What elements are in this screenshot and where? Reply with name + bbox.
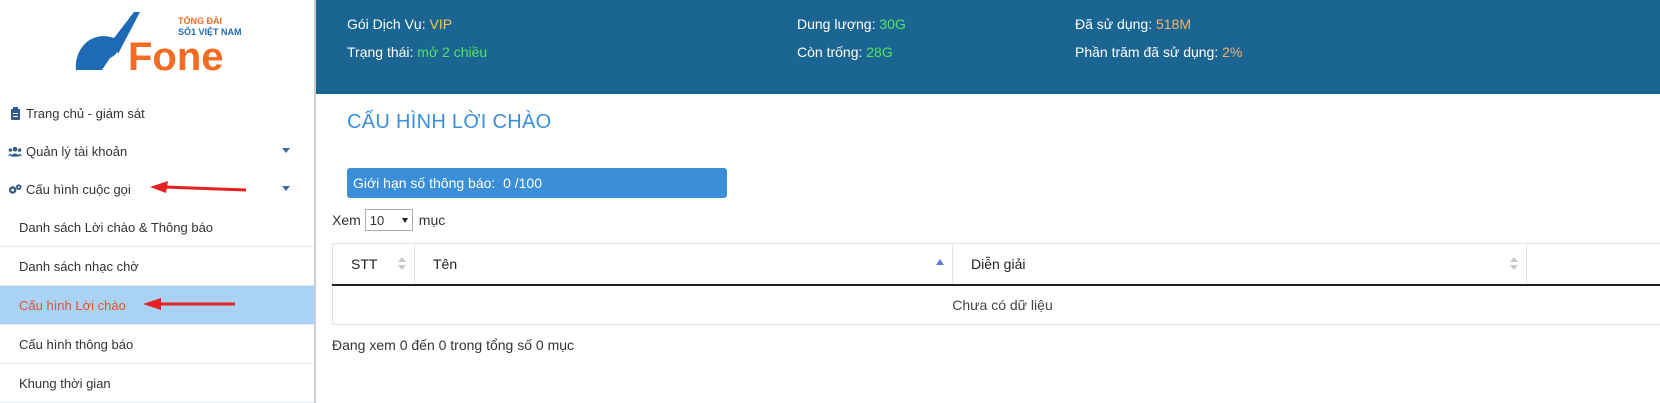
free-space-info: Còn trống: 28G — [797, 44, 893, 60]
gears-icon — [8, 182, 22, 196]
sidebar-item-accounts[interactable]: Quản lý tài khoản — [0, 132, 314, 170]
logo-tagline-1: TỔNG ĐÀI — [178, 15, 222, 26]
limit-label: Giới hạn số thông báo: — [353, 175, 496, 191]
subitem-hold-music[interactable]: Danh sách nhạc chờ — [0, 247, 314, 286]
logo-tagline-2: SỐ1 VIỆT NAM — [178, 26, 242, 37]
column-header-description[interactable]: Diễn giải — [952, 243, 1527, 286]
used-percent-info: Phần trăm đã sử dụng: 2% — [1075, 44, 1243, 60]
page-size-control: Xem 10 mục — [332, 209, 445, 231]
column-header-actions[interactable] — [1526, 243, 1660, 286]
table-row-empty: Chưa có dữ liệu — [332, 284, 1660, 325]
subitem-notification-config[interactable]: Cấu hình thông báo — [0, 325, 314, 364]
annotation-arrow — [143, 298, 235, 310]
vfone-logo[interactable]: Fone TỔNG ĐÀI SỐ1 VIỆT NAM — [74, 8, 244, 78]
page-size-select[interactable]: 10 — [364, 209, 413, 231]
annotation-arrow — [150, 181, 247, 193]
sidebar: Fone TỔNG ĐÀI SỐ1 VIỆT NAM Trang chủ - g… — [0, 0, 316, 403]
empty-message: Chưa có dữ liệu — [332, 284, 1660, 325]
column-header-name[interactable]: Tên — [414, 243, 953, 286]
status-info: Trạng thái: mở 2 chiều — [347, 44, 488, 60]
clipboard-icon — [8, 106, 22, 120]
service-package-value: VIP — [429, 16, 453, 32]
used-value: 518M — [1155, 16, 1192, 32]
sidebar-item-label: Cấu hình cuộc gọi — [26, 181, 131, 197]
users-icon — [8, 144, 22, 158]
sidebar-item-label: Quản lý tài khoản — [26, 143, 128, 159]
notification-limit-bar: Giới hạn số thông báo: 0 /100 — [347, 168, 727, 198]
column-header-stt[interactable]: STT — [332, 243, 415, 286]
used-info: Đã sử dụng: 518M — [1075, 16, 1192, 32]
chevron-down-icon[interactable] — [282, 148, 290, 153]
table-info: Đang xem 0 đến 0 trong tổng số 0 mục — [332, 337, 575, 353]
limit-value: 0 — [503, 175, 511, 191]
page-size-suffix: mục — [418, 212, 446, 228]
page-title: CẤU HÌNH LỜI CHÀO — [347, 111, 552, 133]
service-package-info: Gói Dịch Vụ: VIP — [347, 16, 453, 32]
status-value: mở 2 chiều — [417, 44, 488, 60]
sidebar-item-home[interactable]: Trang chủ - giám sát — [0, 94, 314, 132]
limit-max: /100 — [514, 175, 542, 191]
capacity-info: Dung lượng: 30G — [797, 16, 906, 32]
greeting-table: STT Tên Diễn giải Chưa có dữ liệu — [332, 243, 1660, 325]
subitem-greetings-list[interactable]: Danh sách Lời chào & Thông báo — [0, 208, 314, 247]
sort-icon — [398, 257, 406, 273]
capacity-value: 30G — [879, 16, 906, 32]
used-percent-value: 2% — [1222, 44, 1243, 60]
sort-asc-icon — [936, 257, 944, 273]
caret-down-icon — [401, 217, 408, 223]
subitem-time-frame[interactable]: Khung thời gian — [0, 364, 314, 403]
chevron-down-icon[interactable] — [282, 186, 290, 191]
sort-icon — [1510, 257, 1518, 273]
page-size-prefix: Xem — [332, 212, 361, 228]
page-size-value: 10 — [369, 212, 385, 228]
service-info-bar: Gói Dịch Vụ: VIP Trạng thái: mở 2 chiều … — [316, 0, 1660, 94]
sidebar-item-label: Trang chủ - giám sát — [26, 105, 145, 121]
logo-brand: Fone — [128, 35, 224, 78]
free-space-value: 28G — [866, 44, 893, 60]
sidebar-menu: Trang chủ - giám sát Quản lý tài khoản C… — [0, 94, 314, 403]
